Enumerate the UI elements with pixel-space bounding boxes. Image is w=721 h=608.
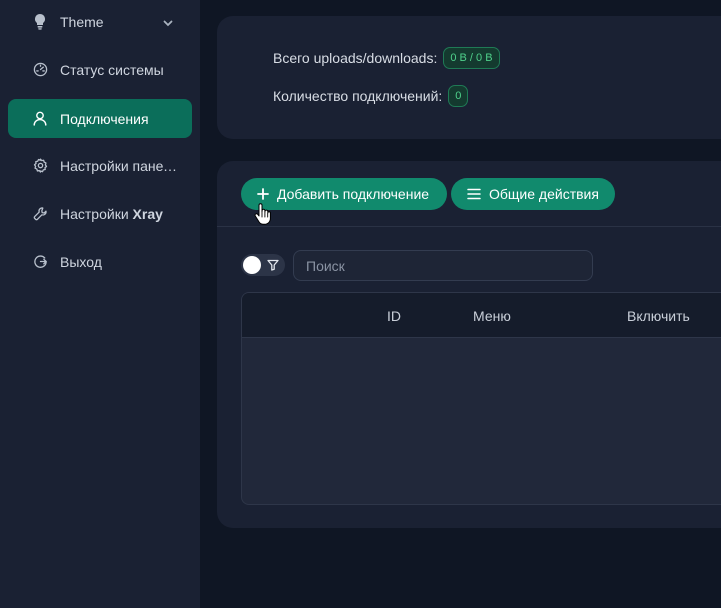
total-traffic-row: Всего uploads/downloads: 0 B / 0 B	[273, 47, 500, 69]
sidebar-item-logout[interactable]: Выход	[8, 242, 192, 281]
connections-table: ID Меню Включить	[241, 292, 721, 505]
bulb-icon	[32, 13, 48, 30]
dashboard-icon	[32, 62, 48, 78]
plus-icon	[257, 188, 269, 200]
connections-count-label: Количество подключений:	[273, 88, 443, 104]
user-icon	[32, 111, 48, 127]
logout-icon	[32, 254, 48, 270]
filter-icon	[266, 258, 280, 272]
filter-toggle[interactable]	[241, 254, 285, 276]
total-traffic-label: Всего uploads/downloads:	[273, 50, 438, 66]
menu-icon	[467, 188, 481, 200]
sidebar-item-status[interactable]: Статус системы	[8, 50, 192, 89]
sidebar-item-panel-settings[interactable]: Настройки панели	[8, 146, 192, 185]
sidebar: Theme Статус системы Подключения Настрой…	[0, 0, 200, 608]
tool-icon	[32, 206, 48, 222]
search-input[interactable]	[293, 250, 593, 281]
add-connection-label: Добавить подключение	[277, 186, 430, 202]
sidebar-item-connections[interactable]: Подключения	[8, 99, 192, 138]
main-content: Всего uploads/downloads: 0 B / 0 B Колич…	[200, 0, 721, 608]
divider	[217, 226, 721, 227]
sidebar-item-xray-settings[interactable]: Настройки Xray	[8, 194, 192, 233]
sidebar-item-label: Настройки Xray	[60, 205, 163, 222]
column-header-enable[interactable]: Включить	[627, 293, 690, 338]
toggle-knob	[243, 256, 261, 274]
connections-count-badge: 0	[448, 85, 469, 107]
sidebar-item-label: Подключения	[60, 110, 149, 127]
sidebar-item-label: Настройки панели	[60, 157, 178, 174]
sidebar-item-theme[interactable]: Theme	[8, 2, 192, 41]
column-header-menu[interactable]: Меню	[473, 293, 511, 338]
general-actions-label: Общие действия	[489, 186, 599, 202]
hand-cursor-icon	[254, 203, 272, 225]
connections-count-row: Количество подключений: 0	[273, 85, 469, 107]
connections-card: Добавить подключение Общие действия ID М…	[217, 161, 721, 528]
sidebar-item-label: Выход	[60, 253, 102, 270]
stats-card: Всего uploads/downloads: 0 B / 0 B Колич…	[217, 16, 721, 139]
column-header-id[interactable]: ID	[387, 293, 401, 338]
table-header: ID Меню Включить	[242, 293, 721, 338]
total-traffic-badge: 0 B / 0 B	[443, 47, 500, 69]
general-actions-button[interactable]: Общие действия	[451, 178, 615, 210]
gear-icon	[32, 158, 48, 174]
chevron-down-icon[interactable]	[162, 16, 174, 28]
sidebar-item-label: Theme	[60, 13, 104, 30]
sidebar-item-label: Статус системы	[60, 61, 164, 78]
